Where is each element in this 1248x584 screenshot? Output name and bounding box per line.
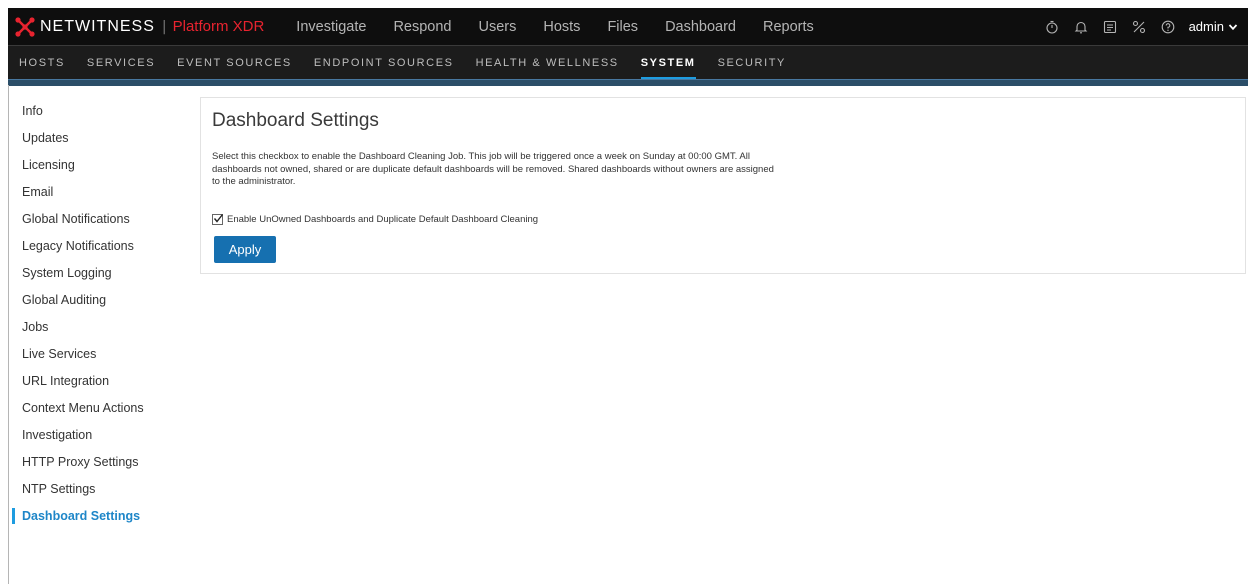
sidebar-item-legacy-notifications[interactable]: Legacy Notifications <box>8 233 188 260</box>
sidebar-item-url-integration[interactable]: URL Integration <box>8 368 188 395</box>
nav-reports[interactable]: Reports <box>763 19 814 35</box>
sidebar-item-licensing[interactable]: Licensing <box>8 152 188 179</box>
admin-tools-icon[interactable] <box>1132 20 1146 34</box>
user-name: admin <box>1188 19 1224 34</box>
sidebar-item-email[interactable]: Email <box>8 179 188 206</box>
page-title: Dashboard Settings <box>212 110 379 131</box>
sidebar-item-investigation[interactable]: Investigation <box>8 422 188 449</box>
help-icon[interactable] <box>1161 20 1175 34</box>
user-menu[interactable]: admin <box>1189 19 1238 34</box>
apply-button[interactable]: Apply <box>214 236 276 263</box>
checkmark-icon <box>213 214 224 223</box>
tab-services[interactable]: SERVICES <box>76 46 166 80</box>
nav-investigate[interactable]: Investigate <box>296 19 366 35</box>
tasks-icon[interactable] <box>1103 20 1117 34</box>
tab-event-sources[interactable]: EVENT SOURCES <box>166 46 303 80</box>
top-right-tools: admin <box>1030 19 1248 34</box>
admin-sub-nav: HOSTS SERVICES EVENT SOURCES ENDPOINT SO… <box>8 45 1248 80</box>
nav-dashboard[interactable]: Dashboard <box>665 19 736 35</box>
sidebar-item-dashboard-settings[interactable]: Dashboard Settings <box>8 503 188 530</box>
nav-users[interactable]: Users <box>478 19 516 35</box>
settings-description: Select this checkbox to enable the Dashb… <box>212 151 832 189</box>
tab-health-wellness[interactable]: HEALTH & WELLNESS <box>465 46 630 80</box>
nav-files[interactable]: Files <box>607 19 638 35</box>
sidebar-item-jobs[interactable]: Jobs <box>8 314 188 341</box>
sidebar-item-updates[interactable]: Updates <box>8 125 188 152</box>
description-line: dashboards not owned, shared or are dupl… <box>212 163 774 175</box>
nav-hosts[interactable]: Hosts <box>543 19 580 35</box>
sidebar-item-global-notifications[interactable]: Global Notifications <box>8 206 188 233</box>
checkbox-label: Enable UnOwned Dashboards and Duplicate … <box>227 214 539 225</box>
brand[interactable]: NETWITNESS | Platform XDR <box>14 16 264 38</box>
main-nav: Investigate Respond Users Hosts Files Da… <box>296 19 840 35</box>
chevron-down-icon <box>1228 23 1238 30</box>
tab-security[interactable]: SECURITY <box>707 46 797 80</box>
header-divider <box>8 79 1248 86</box>
netwitness-logo-icon <box>14 16 36 38</box>
tab-endpoint-sources[interactable]: ENDPOINT SOURCES <box>303 46 465 80</box>
system-sidebar: Info Updates Licensing Email Global Noti… <box>8 98 188 530</box>
sidebar-item-ntp-settings[interactable]: NTP Settings <box>8 476 188 503</box>
description-line: Select this checkbox to enable the Dashb… <box>212 151 750 162</box>
sidebar-item-http-proxy-settings[interactable]: HTTP Proxy Settings <box>8 449 188 476</box>
tab-hosts[interactable]: HOSTS <box>8 46 76 80</box>
top-bar: NETWITNESS | Platform XDR Investigate Re… <box>8 8 1248 45</box>
description-line: to the administrator. <box>212 176 296 187</box>
stopwatch-icon[interactable] <box>1045 20 1059 34</box>
nav-respond[interactable]: Respond <box>393 19 451 35</box>
brand-separator: | <box>161 18 167 35</box>
sidebar-item-global-auditing[interactable]: Global Auditing <box>8 287 188 314</box>
bell-icon[interactable] <box>1074 20 1088 34</box>
dashboard-cleaning-checkbox[interactable] <box>212 214 224 225</box>
sidebar-item-context-menu-actions[interactable]: Context Menu Actions <box>8 395 188 422</box>
sidebar-item-system-logging[interactable]: System Logging <box>8 260 188 287</box>
dashboard-settings-panel: Dashboard Settings Select this checkbox … <box>200 97 1246 274</box>
sidebar-item-info[interactable]: Info <box>8 98 188 125</box>
brand-product: Platform XDR <box>172 18 265 35</box>
dashboard-cleaning-option[interactable]: Enable UnOwned Dashboards and Duplicate … <box>212 214 538 225</box>
tab-system[interactable]: SYSTEM <box>630 46 707 80</box>
brand-name: NETWITNESS <box>40 17 155 35</box>
sidebar-item-live-services[interactable]: Live Services <box>8 341 188 368</box>
